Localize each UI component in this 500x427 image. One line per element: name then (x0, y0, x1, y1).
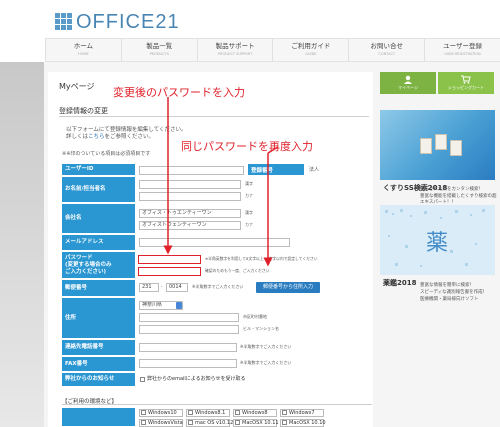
annotation-confirm-password: 同じパスワードを再度入力 (181, 140, 313, 153)
annotation-new-password: 変更後のパスワードを入力 (113, 86, 245, 99)
annotation-arrows (163, 97, 279, 267)
